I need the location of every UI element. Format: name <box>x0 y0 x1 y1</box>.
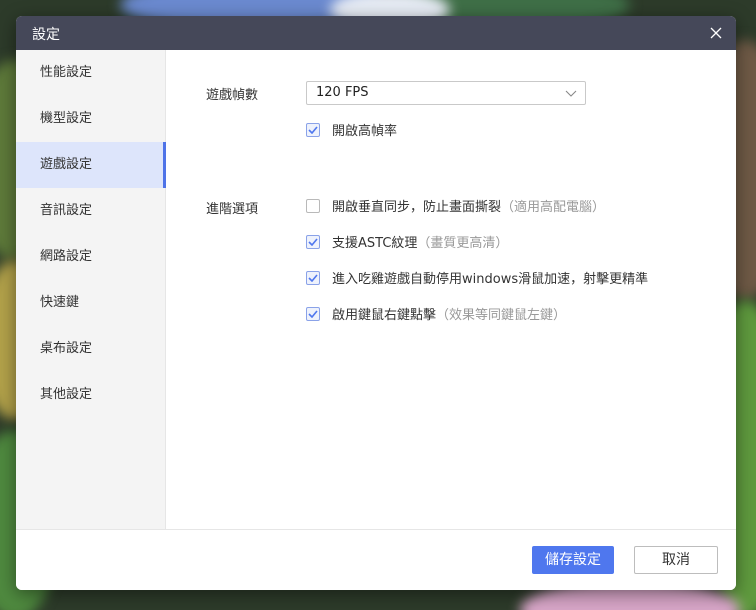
check-icon <box>308 125 318 134</box>
check-icon <box>308 309 318 318</box>
close-icon[interactable] <box>706 23 726 43</box>
dialog-footer: 儲存設定 取消 <box>16 529 736 590</box>
mouse-accel-label[interactable]: 進入吃雞遊戲自動停用windows滑鼠加速，射擊更精準 <box>332 268 648 287</box>
vsync-option: 開啟垂直同步，防止畫面撕裂（適用高配電腦） <box>306 196 605 215</box>
sidebar-item-game[interactable]: 遊戲設定 <box>16 142 166 188</box>
fps-label: 遊戲幀數 <box>206 88 259 103</box>
fps-select[interactable]: 120 FPS <box>306 81 586 105</box>
game-settings-panel: 遊戲幀數 120 FPS 開啟高幀率 進階選項 開啟垂直同步，防止畫面撕裂（適用… <box>166 50 736 529</box>
advanced-label: 進階選項 <box>206 202 259 217</box>
sidebar-item-hotkeys[interactable]: 快速鍵 <box>16 280 165 326</box>
mouse-accel-checkbox[interactable] <box>306 270 320 285</box>
high-fps-checkbox[interactable] <box>306 122 320 137</box>
astc-hint: （畫質更高清） <box>417 236 509 251</box>
vsync-label[interactable]: 開啟垂直同步，防止畫面撕裂（適用高配電腦） <box>332 196 605 215</box>
high-fps-label[interactable]: 開啟高幀率 <box>332 120 397 139</box>
settings-sidebar: 性能設定 機型設定 遊戲設定 音訊設定 網路設定 快速鍵 桌布設定 其他設定 <box>16 50 166 529</box>
right-click-option: 啟用鍵鼠右鍵點擊（效果等同鍵鼠左鍵） <box>306 304 566 323</box>
settings-dialog: 設定 性能設定 機型設定 遊戲設定 音訊設定 網路設定 快速鍵 桌布設定 其他設… <box>16 16 736 590</box>
right-click-label[interactable]: 啟用鍵鼠右鍵點擊（效果等同鍵鼠左鍵） <box>332 304 566 323</box>
astc-label[interactable]: 支援ASTC紋理（畫質更高清） <box>332 232 508 251</box>
mouse-accel-option: 進入吃雞遊戲自動停用windows滑鼠加速，射擊更精準 <box>306 268 648 287</box>
sidebar-item-performance[interactable]: 性能設定 <box>16 50 165 96</box>
astc-option: 支援ASTC紋理（畫質更高清） <box>306 232 508 251</box>
high-fps-option: 開啟高幀率 <box>306 120 397 139</box>
save-button[interactable]: 儲存設定 <box>532 546 614 574</box>
vsync-checkbox[interactable] <box>306 198 320 213</box>
fps-select-value: 120 FPS <box>316 85 369 100</box>
sidebar-item-device-model[interactable]: 機型設定 <box>16 96 165 142</box>
dialog-title: 設定 <box>32 27 60 43</box>
check-icon <box>308 273 318 282</box>
sidebar-item-wallpaper[interactable]: 桌布設定 <box>16 326 165 372</box>
astc-checkbox[interactable] <box>306 234 320 249</box>
sidebar-item-other[interactable]: 其他設定 <box>16 372 165 418</box>
chevron-down-icon <box>565 90 577 97</box>
check-icon <box>308 237 318 246</box>
sidebar-item-network[interactable]: 網路設定 <box>16 234 165 280</box>
vsync-hint: （適用高配電腦） <box>501 200 606 215</box>
right-click-hint: （效果等同鍵鼠左鍵） <box>436 308 567 323</box>
cancel-button[interactable]: 取消 <box>634 546 718 574</box>
dialog-titlebar: 設定 <box>16 16 736 50</box>
right-click-checkbox[interactable] <box>306 306 320 321</box>
sidebar-item-audio[interactable]: 音訊設定 <box>16 188 165 234</box>
